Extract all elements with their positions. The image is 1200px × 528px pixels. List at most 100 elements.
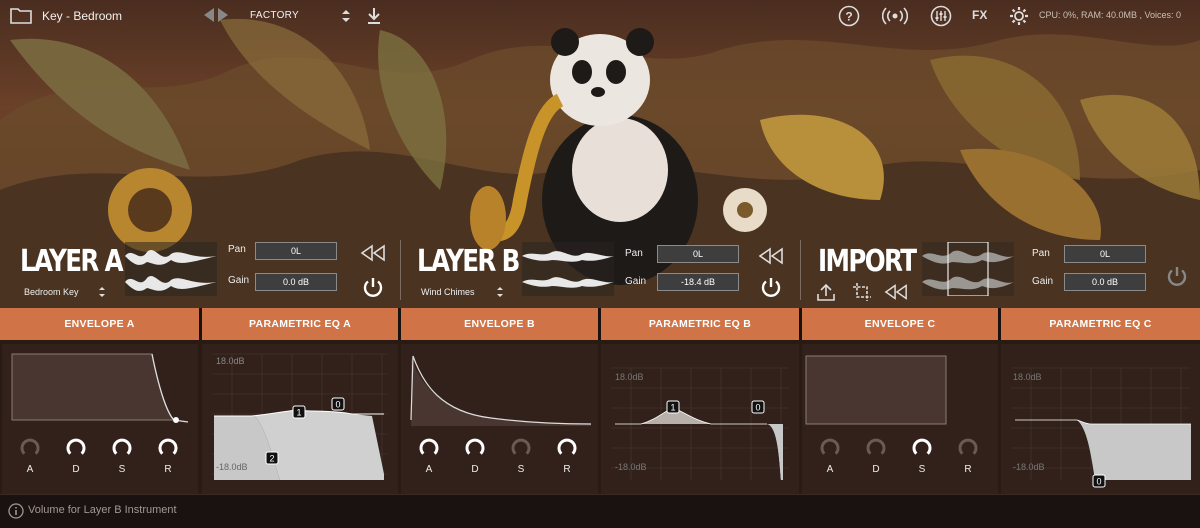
adsr-knob-a[interactable] (820, 438, 840, 458)
adsr-knob-s[interactable] (912, 438, 932, 458)
pan-label: Pan (1032, 248, 1050, 259)
prev-arrow-icon[interactable] (204, 8, 214, 22)
select-arrows-icon[interactable] (496, 286, 504, 298)
fx-button[interactable]: FX (972, 8, 987, 22)
envelope-graph[interactable] (2, 344, 198, 434)
instrument-select[interactable]: Wind Chimes (421, 287, 475, 297)
adsr-knob-label: D (872, 464, 880, 475)
eq-graph[interactable]: 18.0dB -18.0dB 1 0 2 (202, 344, 398, 490)
pan-field[interactable]: 0L (1064, 245, 1146, 263)
adsr-knob-s[interactable] (511, 438, 531, 458)
tab-eq-c[interactable]: PARAMETRIC EQ C (1001, 308, 1200, 340)
pan-field[interactable]: 0L (255, 242, 337, 260)
editor-panels: A D S R 18.0dB -18.0dB 1 0 2 A D S R 18.0dB -1… (0, 340, 1200, 494)
adsr-knob-label: D (471, 464, 479, 475)
eq-top-label: 18.0dB (216, 356, 245, 366)
svg-text:1: 1 (296, 408, 301, 418)
gain-field[interactable]: -18.4 dB (657, 273, 739, 291)
adsr-knob-a[interactable] (20, 438, 40, 458)
waveform-display (522, 242, 614, 296)
reverse-icon[interactable] (884, 283, 908, 301)
adsr-knob-r[interactable] (158, 438, 178, 458)
status-text: Volume for Layer B Instrument (28, 504, 177, 516)
top-bar: Key - Bedroom FACTORY ? FX CPU: 0%, RAM:… (0, 0, 1200, 32)
envelope-graph[interactable] (802, 344, 998, 434)
mixer-icon[interactable] (930, 5, 952, 27)
adsr-knob-d[interactable] (465, 438, 485, 458)
broadcast-icon[interactable] (882, 5, 908, 27)
tab-envelope-a[interactable]: ENVELOPE A (0, 308, 199, 340)
pan-label: Pan (625, 248, 643, 259)
gain-label: Gain (625, 276, 647, 287)
select-arrows-icon[interactable] (340, 8, 352, 24)
adsr-knob-label: A (26, 464, 34, 475)
help-icon[interactable]: ? (838, 5, 860, 27)
adsr-knob-a[interactable] (419, 438, 439, 458)
adsr-knobs: ADSR (2, 438, 198, 478)
eq-c-panel: 18.0dB -18.0dB 0 (1001, 344, 1200, 494)
adsr-knob-s[interactable] (112, 438, 132, 458)
pan-label: Pan (228, 244, 246, 255)
eq-top-label: 18.0dB (1013, 372, 1042, 382)
eq-bottom-label: -18.0dB (1013, 462, 1045, 472)
svg-text:0: 0 (1096, 477, 1101, 487)
eq-node[interactable]: 1 (292, 405, 306, 419)
select-arrows-icon[interactable] (98, 286, 106, 298)
eq-graph[interactable]: 18.0dB -18.0dB 0 (1001, 344, 1200, 490)
upload-icon[interactable] (816, 282, 836, 302)
adsr-knob-r[interactable] (958, 438, 978, 458)
adsr-knob-label: A (826, 464, 834, 475)
adsr-knob-label: R (563, 464, 571, 475)
layer-a: LAYER A Bedroom Key Pan 0L Gain 0.0 dB (0, 232, 400, 308)
adsr-knob-label: A (425, 464, 433, 475)
tab-envelope-b[interactable]: ENVELOPE B (401, 308, 598, 340)
pan-field[interactable]: 0L (657, 245, 739, 263)
reverse-icon[interactable] (758, 247, 784, 265)
gain-label: Gain (228, 275, 250, 286)
envelope-c-panel: ADSR (802, 344, 998, 494)
gain-field[interactable]: 0.0 dB (255, 273, 337, 291)
svg-text:0: 0 (335, 400, 340, 410)
svg-text:2: 2 (269, 454, 274, 464)
adsr-knob-r[interactable] (557, 438, 577, 458)
folder-icon[interactable] (10, 7, 32, 24)
adsr-knobs: ADSR (401, 438, 598, 478)
power-icon[interactable] (362, 276, 384, 298)
cpu-status: CPU: 0%, RAM: 40.0MB , Voices: 0 (1039, 10, 1182, 20)
waveform-display (922, 242, 1014, 296)
envelope-a-panel: ADSR (2, 344, 198, 494)
download-icon[interactable] (366, 7, 382, 25)
power-icon[interactable] (760, 276, 782, 298)
tab-eq-b[interactable]: PARAMETRIC EQ B (601, 308, 799, 340)
eq-a-panel: 18.0dB -18.0dB 1 0 2 (202, 344, 398, 494)
envelope-handle[interactable] (173, 417, 179, 423)
adsr-knob-label: S (918, 464, 926, 475)
tab-eq-a[interactable]: PARAMETRIC EQ A (202, 308, 398, 340)
adsr-knob-label: R (164, 464, 172, 475)
tab-envelope-c[interactable]: ENVELOPE C (802, 308, 998, 340)
eq-node[interactable]: 0 (331, 397, 345, 411)
gear-icon[interactable] (1008, 5, 1030, 27)
adsr-knob-d[interactable] (66, 438, 86, 458)
eq-node[interactable]: 2 (265, 451, 279, 465)
section-headers: ENVELOPE A PARAMETRIC EQ A ENVELOPE B PA… (0, 308, 1200, 340)
eq-node[interactable]: 0 (1092, 474, 1106, 488)
bank-label[interactable]: FACTORY (250, 10, 299, 21)
svg-text:1: 1 (670, 403, 675, 413)
adsr-knob-label: S (118, 464, 126, 475)
gain-field[interactable]: 0.0 dB (1064, 273, 1146, 291)
preset-name[interactable]: Key - Bedroom (42, 9, 122, 23)
power-icon[interactable] (1166, 265, 1188, 287)
adsr-knob-label: D (72, 464, 80, 475)
layer-title: LAYER A (20, 244, 124, 279)
next-arrow-icon[interactable] (218, 8, 228, 22)
eq-node[interactable]: 0 (751, 400, 765, 414)
adsr-knob-d[interactable] (866, 438, 886, 458)
instrument-select[interactable]: Bedroom Key (24, 287, 79, 297)
envelope-graph[interactable] (401, 344, 598, 434)
waveform-display (125, 242, 217, 296)
reverse-icon[interactable] (360, 244, 386, 262)
eq-node[interactable]: 1 (666, 400, 680, 414)
crop-icon[interactable] (852, 282, 872, 302)
eq-graph[interactable]: 18.0dB -18.0dB 1 0 (601, 344, 799, 490)
